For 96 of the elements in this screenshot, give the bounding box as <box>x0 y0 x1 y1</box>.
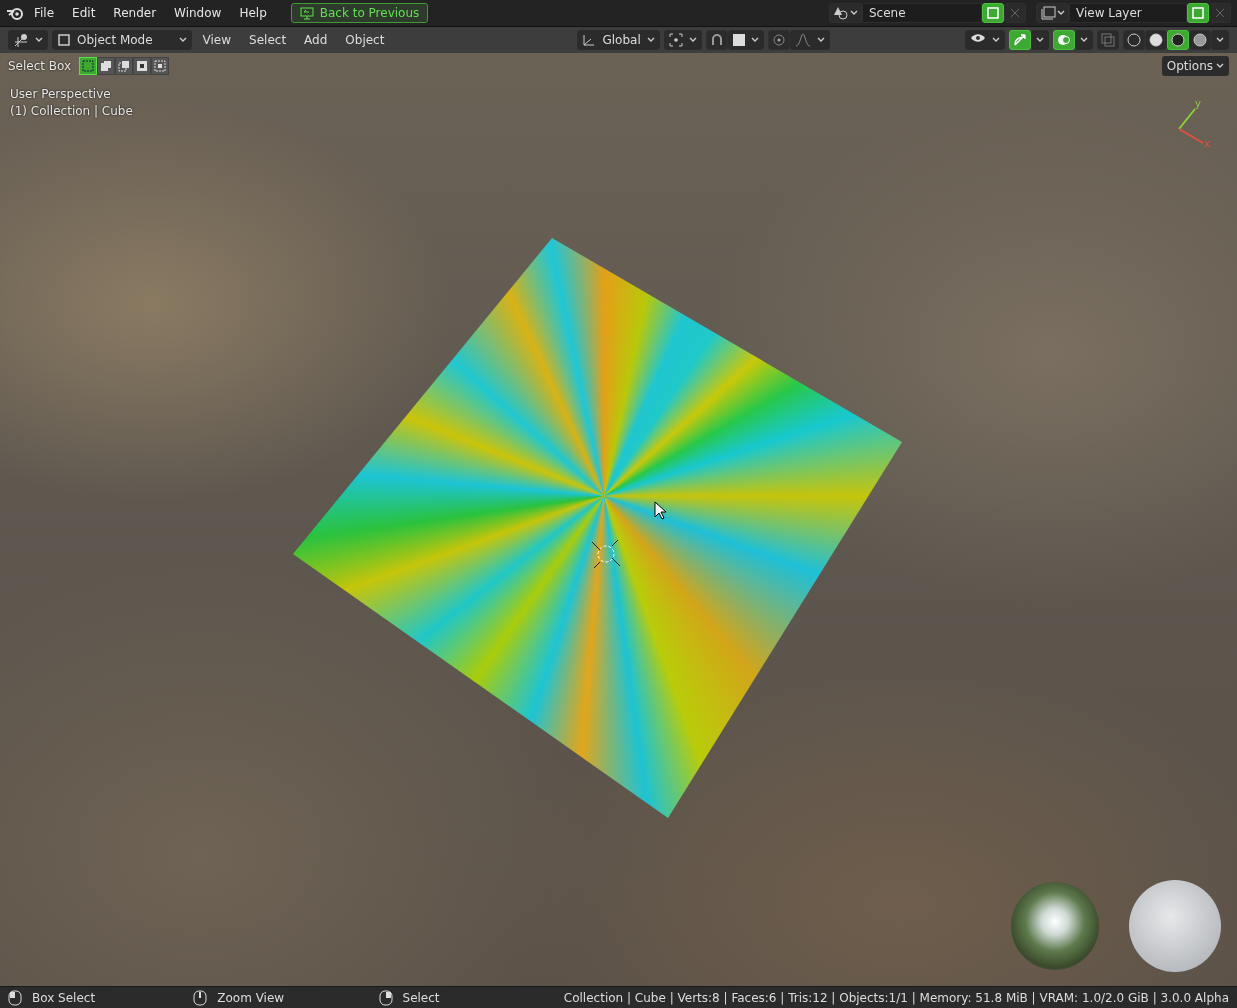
view-name: User Perspective <box>10 87 112 101</box>
mouse-cursor-icon <box>654 501 668 521</box>
new-view-layer-button[interactable] <box>1187 3 1209 23</box>
copy-icon <box>1191 6 1205 20</box>
squares-icon <box>1101 33 1115 47</box>
caret-icon <box>1057 10 1065 16</box>
back-button[interactable]: Back to Previous <box>290 3 429 23</box>
overlapping-circles-icon <box>1057 33 1071 47</box>
rendered-shading-button[interactable] <box>1189 30 1211 50</box>
menu-item[interactable]: Render <box>105 3 165 23</box>
new-scene-button[interactable] <box>982 3 1004 23</box>
falloff-dropdown[interactable] <box>789 30 830 50</box>
caret-icon <box>35 37 43 43</box>
overlay-toggle[interactable] <box>1053 30 1075 50</box>
overlay-dropdown[interactable] <box>1075 30 1093 50</box>
axes-icon <box>582 33 597 47</box>
snap-target-dropdown[interactable] <box>727 30 764 50</box>
shading-dropdown[interactable] <box>1211 30 1229 50</box>
caret-icon <box>816 37 825 43</box>
status-hint: Select <box>402 990 440 1005</box>
magnet-icon <box>709 33 724 47</box>
square-icon <box>57 33 71 47</box>
caret-icon <box>178 37 187 43</box>
extend-selection-mode-button[interactable] <box>97 57 116 75</box>
caret-icon <box>750 37 759 43</box>
menu-item[interactable]: Object <box>338 30 392 50</box>
editor-type-dropdown[interactable] <box>8 30 48 50</box>
caret-icon <box>1036 37 1044 43</box>
app-logo-icon[interactable] <box>6 5 24 21</box>
menu-item[interactable]: Window <box>166 3 230 23</box>
menu-item[interactable]: View <box>195 30 239 50</box>
snap-toggle[interactable] <box>705 30 728 50</box>
caret-icon <box>688 37 697 43</box>
view-layer-field[interactable]: View Layer <box>1069 3 1187 23</box>
solid-shading-button[interactable] <box>1145 30 1167 50</box>
selection-mode-icon <box>118 60 131 72</box>
circle-dot-icon <box>771 33 786 47</box>
object-info: (1) Collection | Cube <box>10 104 133 118</box>
sphere-icon <box>1127 33 1141 47</box>
scene-selector[interactable] <box>829 3 862 23</box>
scene-icon <box>833 6 849 20</box>
subtract-selection-mode-button[interactable] <box>115 57 134 75</box>
caret-icon <box>992 37 1000 43</box>
3d-cursor-icon <box>590 538 622 570</box>
sphere-icon <box>1149 33 1163 47</box>
view-layer-selector[interactable] <box>1036 3 1069 23</box>
options-dropdown[interactable]: Options <box>1161 56 1229 76</box>
selection-mode-icon <box>100 60 113 72</box>
status-hint: Box Select <box>32 990 96 1005</box>
pivot-icon <box>668 33 683 47</box>
curve-icon <box>794 33 811 47</box>
menu-item[interactable]: Help <box>231 3 275 23</box>
sphere-icon <box>1171 33 1185 47</box>
sphere-icon <box>1193 33 1207 47</box>
delete-scene-button[interactable] <box>1004 3 1026 23</box>
new-selection-mode-button[interactable] <box>79 57 98 75</box>
scene-field[interactable]: Scene <box>862 3 982 23</box>
gizmo-toggle[interactable] <box>1009 30 1031 50</box>
xray-toggle[interactable] <box>1097 30 1119 50</box>
visibility-dropdown[interactable] <box>965 30 1005 50</box>
close-icon <box>1010 8 1020 18</box>
tool-name: Select Box <box>8 59 72 73</box>
image-stack-icon <box>1040 6 1056 20</box>
mouse-icon <box>193 989 208 1006</box>
menu-item[interactable]: Add <box>297 30 335 50</box>
gizmo-dropdown[interactable] <box>1031 30 1049 50</box>
caret-icon <box>646 37 655 43</box>
delete-view-layer-button[interactable] <box>1209 3 1231 23</box>
selection-mode-icon <box>136 60 149 72</box>
caret-icon <box>1216 63 1224 69</box>
mode-dropdown[interactable]: Object Mode <box>52 30 192 50</box>
menu-item[interactable]: Edit <box>64 3 104 23</box>
selection-mode-icon <box>82 60 95 72</box>
menu-item[interactable]: Select <box>242 30 294 50</box>
mouse-icon <box>378 989 393 1006</box>
caret-icon <box>850 10 858 16</box>
monitor-icon <box>299 6 314 20</box>
wireframe-shading-button[interactable] <box>1123 30 1145 50</box>
proportional-toggle[interactable] <box>767 30 790 50</box>
arrows-icon <box>1013 33 1027 47</box>
caret-icon <box>1216 37 1224 43</box>
selection-mode-icon <box>154 60 167 72</box>
caret-icon <box>1080 37 1088 43</box>
menu-item[interactable]: File <box>26 3 63 23</box>
status-hint: Zoom View <box>217 990 285 1005</box>
mouse-icon <box>8 989 22 1006</box>
invert-selection-mode-button[interactable] <box>133 57 152 75</box>
close-icon <box>1215 8 1225 18</box>
copy-icon <box>986 6 1000 20</box>
axes-icon <box>13 33 29 47</box>
square-icon <box>732 34 745 46</box>
intersect-selection-mode-button[interactable] <box>151 57 170 75</box>
pivot-dropdown[interactable] <box>663 30 702 50</box>
scene-statistics: Collection | Cube | Verts:8 | Faces:6 | Tris:12 | Objects:1/1 | Memory: 51.8 MiB | VRAM: 1.0/2.0 GiB | 3.0.0 Alpha <box>563 990 1229 1005</box>
orientation-dropdown[interactable]: Global <box>577 30 660 50</box>
material-shading-button[interactable] <box>1167 30 1189 50</box>
